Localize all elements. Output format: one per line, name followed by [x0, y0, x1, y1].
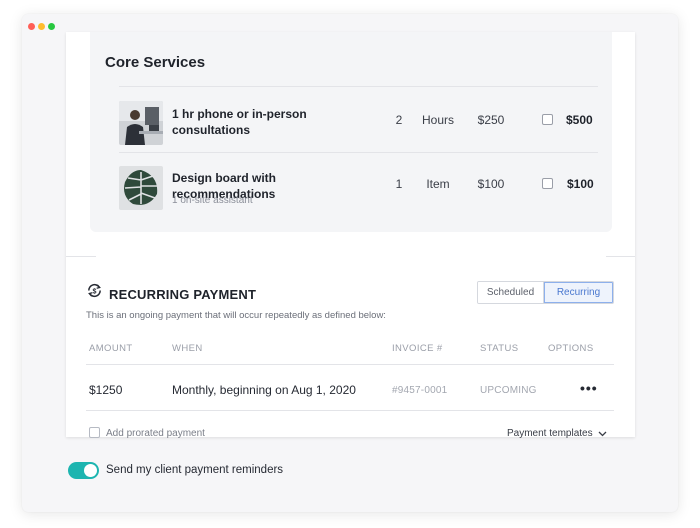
service-quantity: 2	[395, 113, 403, 127]
payment-amount: $1250	[89, 383, 123, 397]
toggle-knob	[84, 464, 97, 477]
payment-invoice-number: #9457-0001	[392, 385, 448, 396]
payment-type-toggle: Scheduled Recurring	[477, 281, 614, 304]
payment-schedule: Monthly, beginning on Aug 1, 2020	[172, 383, 356, 397]
column-header-options: OPTIONS	[548, 343, 594, 354]
person-at-desk-photo-icon	[119, 101, 163, 145]
service-total: $500	[566, 113, 593, 127]
chevron-down-icon	[598, 431, 607, 436]
service-rate: $100	[477, 177, 505, 191]
payment-reminders-label: Send my client payment reminders	[106, 464, 284, 476]
table-row-divider	[86, 410, 614, 411]
recurring-dollar-icon: $	[88, 283, 101, 298]
payment-templates-dropdown[interactable]: Payment templates	[507, 428, 607, 439]
tab-recurring[interactable]: Recurring	[544, 282, 613, 303]
prorated-payment-checkbox[interactable]	[89, 427, 100, 438]
more-horizontal-icon[interactable]: •••	[580, 380, 598, 396]
services-divider	[119, 152, 598, 153]
window-maximize-dot[interactable]	[48, 23, 55, 30]
payment-reminders-toggle[interactable]	[68, 462, 99, 479]
service-checkbox[interactable]	[542, 178, 553, 189]
prorated-payment-label: Add prorated payment	[106, 428, 205, 439]
services-title: Core Services	[105, 54, 206, 71]
column-header-when: WHEN	[172, 343, 203, 354]
window-close-dot[interactable]	[28, 23, 35, 30]
tab-scheduled[interactable]: Scheduled	[478, 282, 545, 303]
column-header-amount: AMOUNT	[89, 343, 133, 354]
service-subtitle: 1 on-site assistant	[172, 195, 253, 206]
svg-text:$: $	[93, 287, 97, 295]
service-total: $100	[567, 177, 594, 191]
consultation-thumbnail	[119, 101, 163, 145]
app-window: Core Services 1 hr phone or in-person co…	[22, 14, 678, 512]
section-divider	[66, 256, 96, 257]
payment-templates-label: Payment templates	[507, 428, 593, 439]
service-unit: Hours	[421, 113, 454, 127]
service-quantity: 1	[395, 177, 403, 191]
services-divider	[119, 86, 598, 87]
service-unit: Item	[426, 177, 450, 191]
core-services-section: Core Services 1 hr phone or in-person co…	[90, 32, 612, 232]
recurring-payment-description: This is an ongoing payment that will occ…	[86, 310, 386, 321]
service-checkbox[interactable]	[542, 114, 553, 125]
table-header-divider	[86, 364, 614, 365]
payment-status: UPCOMING	[480, 385, 537, 396]
column-header-status: STATUS	[480, 343, 519, 354]
service-row[interactable]: 1 hr phone or in-person consultations 2 …	[119, 90, 598, 150]
design-board-thumbnail	[119, 166, 163, 210]
monstera-leaf-photo-icon	[119, 166, 163, 210]
section-divider	[606, 256, 635, 257]
service-name: 1 hr phone or in-person consultations	[172, 107, 307, 137]
window-minimize-dot[interactable]	[38, 23, 45, 30]
service-row[interactable]: Design board with recommendations 1 on-s…	[119, 156, 598, 216]
recurring-payment-title: RECURRING PAYMENT	[109, 287, 257, 302]
column-header-invoice: INVOICE #	[392, 343, 443, 354]
invoice-card: Core Services 1 hr phone or in-person co…	[66, 32, 635, 439]
service-rate: $250	[477, 113, 505, 127]
